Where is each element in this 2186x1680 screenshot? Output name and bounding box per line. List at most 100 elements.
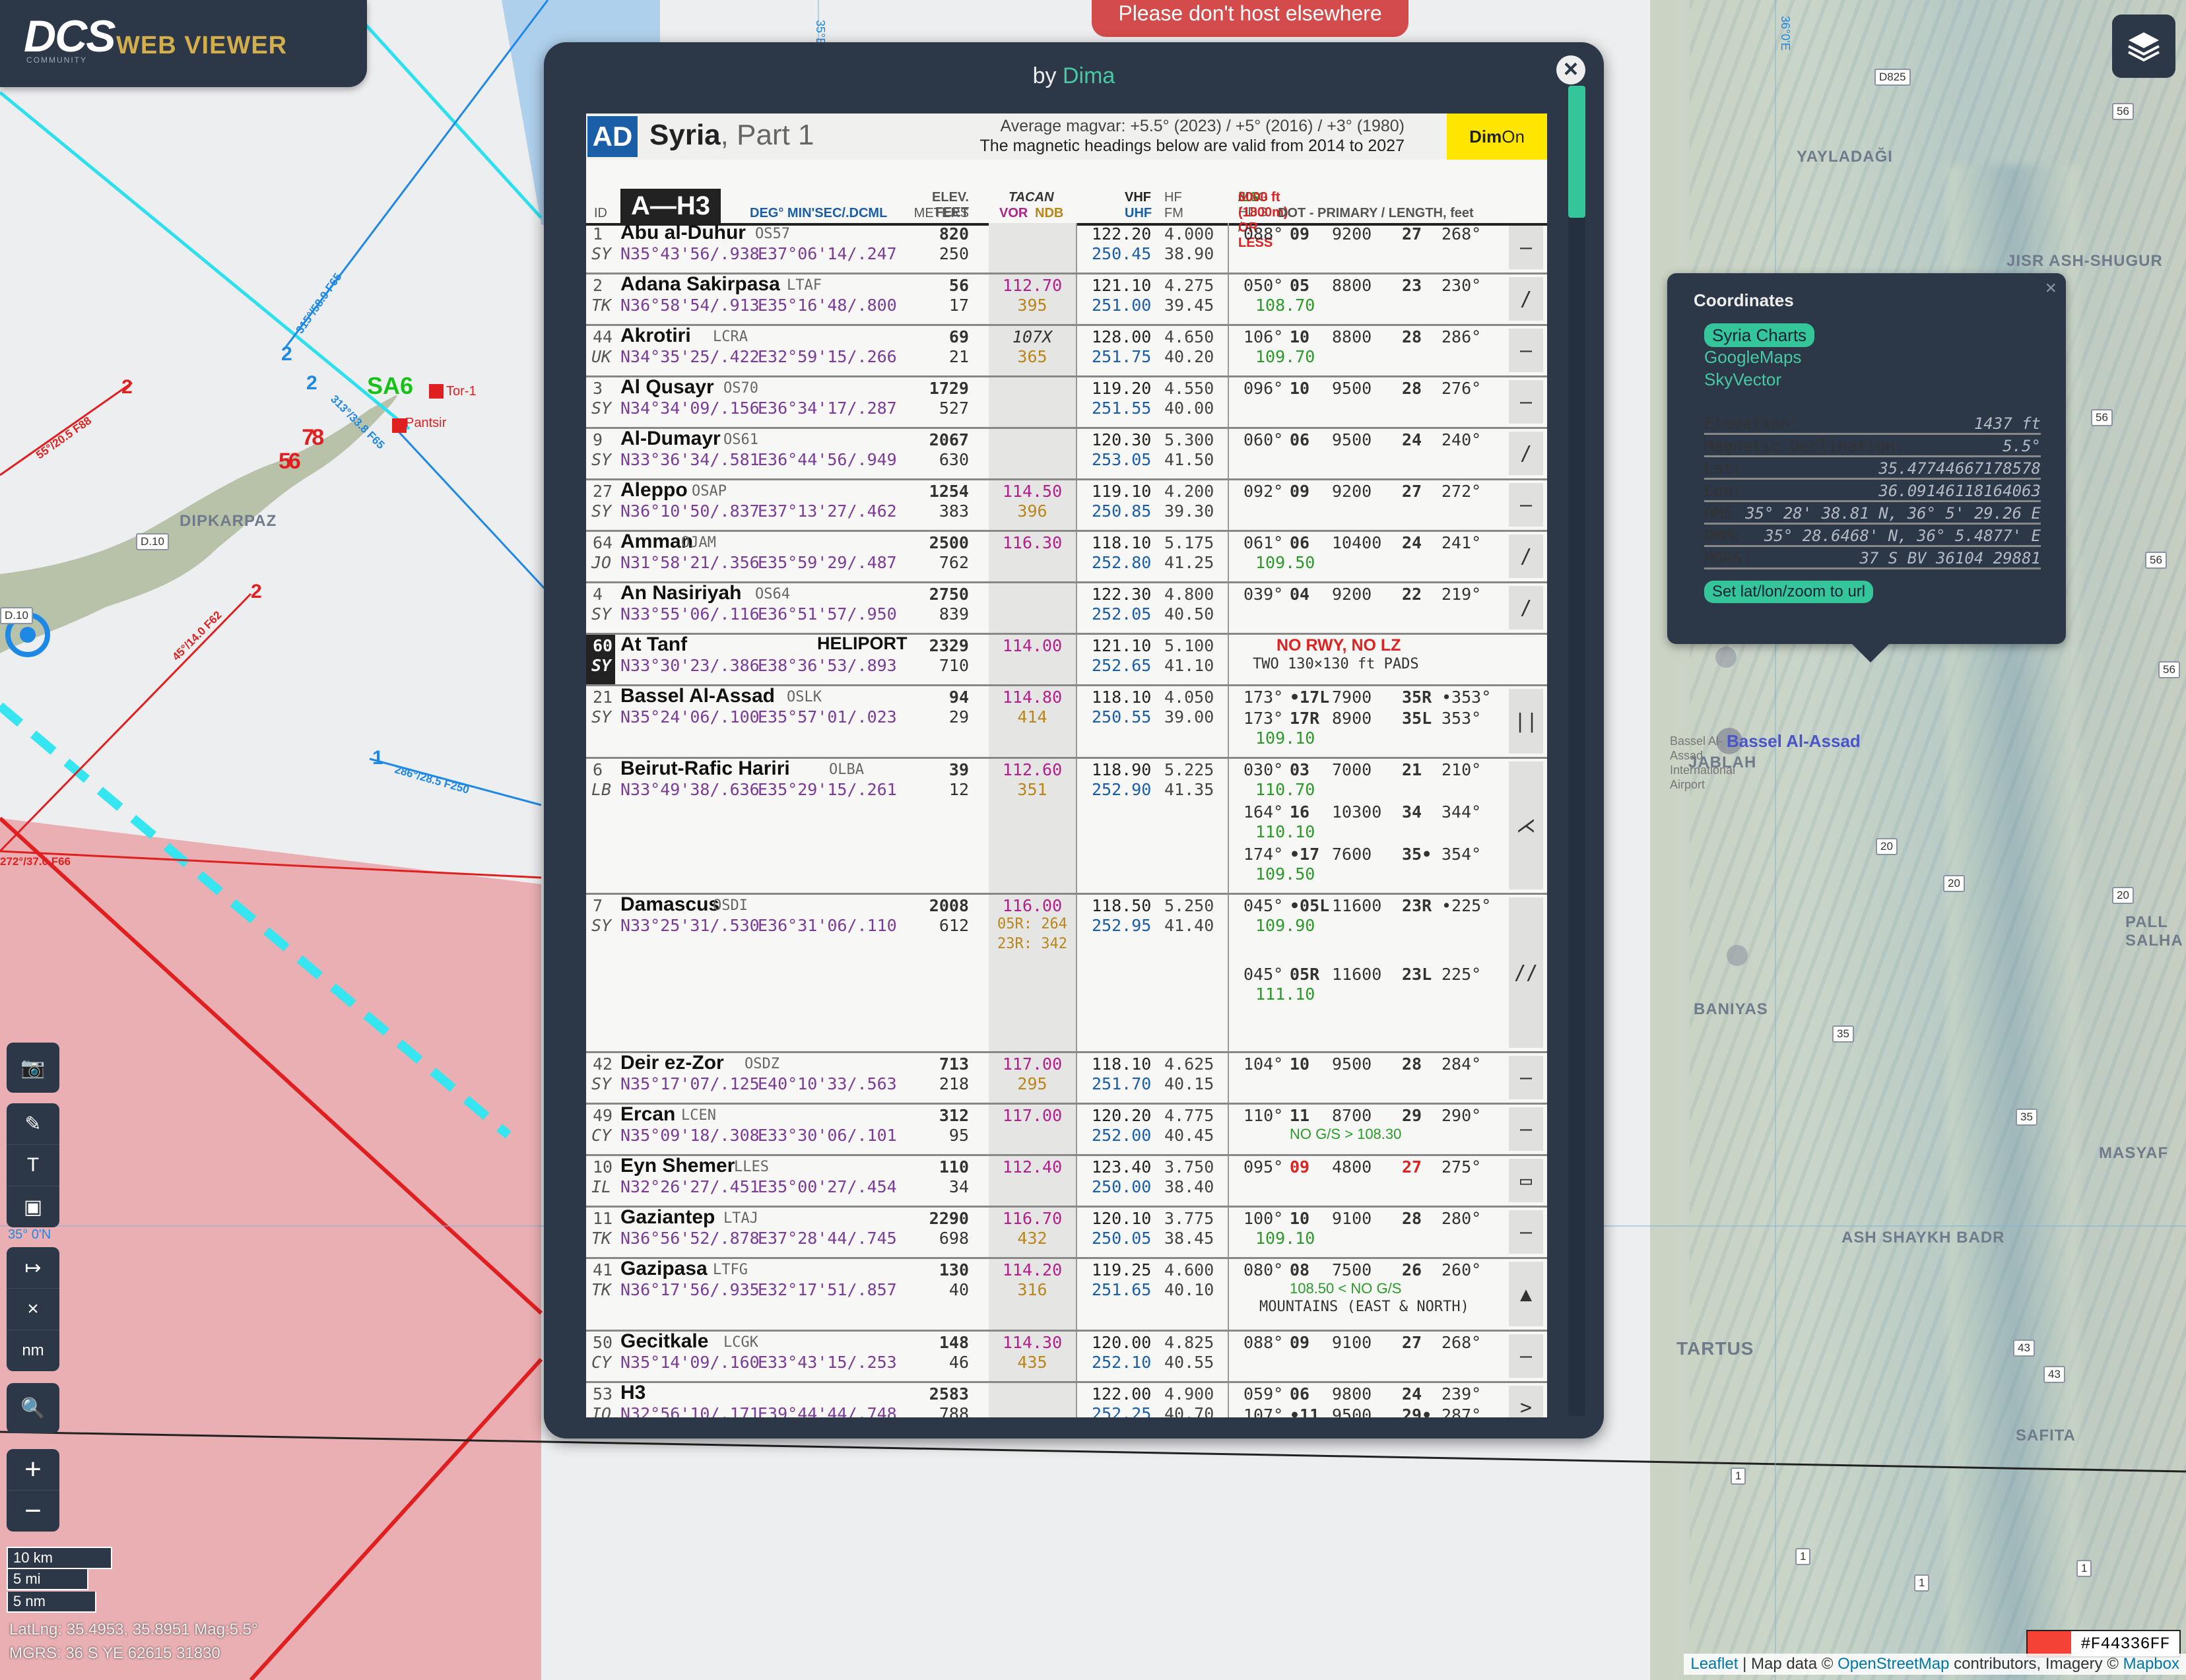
mgrs-readout: MGRS: 36 S YE 62615 31830	[9, 1644, 220, 1662]
author-link[interactable]: Dima	[1063, 63, 1115, 88]
scrollbar-thumb[interactable]	[1568, 86, 1585, 218]
camera-icon[interactable]: 📷	[7, 1043, 59, 1093]
osm-link[interactable]: OpenStreetMap	[1838, 1655, 1949, 1673]
magvar-line: Average magvar: +5.5° (2023) / +5° (2016…	[1000, 117, 1405, 135]
uhf-freq: 251.55	[1092, 399, 1152, 418]
road-shield: 20	[2112, 887, 2134, 904]
runway-diagram-icon[interactable]: —	[1509, 1056, 1543, 1099]
dim-toggle[interactable]: DimOn	[1447, 113, 1547, 160]
runway-diagram-icon[interactable]: ▲	[1509, 1262, 1543, 1326]
runway-diagram-icon[interactable]: /	[1509, 534, 1543, 578]
country-code: UK	[591, 347, 612, 366]
waypoint-number[interactable]: 2	[251, 581, 262, 603]
tacan-vor: 114.80	[1002, 688, 1063, 707]
runway-heading: 230°	[1441, 276, 1482, 295]
runway-id: 28	[1402, 327, 1422, 346]
col-elev-m: METERS	[913, 206, 969, 220]
airport-row: 60 SY At Tanf HELIPORT N33°30'23/.386 E38°36'…	[586, 633, 1547, 686]
runway-diagram-icon[interactable]: /	[1509, 586, 1543, 630]
panel-credit: by Dima	[544, 63, 1604, 89]
measure-icon[interactable]: ↦	[7, 1247, 59, 1289]
runway-id: 24	[1402, 1384, 1422, 1404]
col-uhf: UHF	[1125, 206, 1152, 220]
panel-close-button[interactable]: ×	[1556, 55, 1585, 84]
sam-label[interactable]: Tor-1	[446, 384, 477, 399]
runway-diagram-icon[interactable]: ▭	[1509, 1159, 1543, 1202]
runway-heading: 173°	[1243, 709, 1284, 728]
runway-heading: 287°	[1441, 1405, 1482, 1417]
screenshot-control[interactable]: 📷	[7, 1043, 59, 1093]
waypoint-number[interactable]: 2	[121, 376, 133, 399]
elevation-m: 17	[948, 296, 969, 315]
runway-diagram-icon[interactable]: —	[1509, 1107, 1543, 1151]
target-group[interactable]: 56 78	[279, 425, 324, 474]
waypoint-number[interactable]: 2	[281, 343, 292, 366]
row-value: 36.09146118164063	[1878, 482, 2041, 500]
set-url-button[interactable]: Set lat/lon/zoom to url	[1704, 581, 1874, 603]
runway-id: 08	[1290, 1260, 1310, 1279]
zoom-out-button[interactable]: −	[7, 1491, 59, 1532]
runway-heading: 045°	[1243, 965, 1284, 984]
googlemaps-link[interactable]: GoogleMaps	[1704, 347, 1801, 368]
runway-diagram-icon[interactable]: /	[1509, 277, 1543, 321]
sam-label[interactable]: Pantsir	[405, 416, 446, 431]
app-logo[interactable]: DCS WEB VIEWER COMMUNITY	[0, 0, 367, 87]
color-value[interactable]: #F44336FF	[2071, 1634, 2179, 1654]
skyvector-link[interactable]: SkyVector	[1704, 370, 1781, 390]
airport-marker	[1727, 945, 1748, 966]
zoom-in-button[interactable]: +	[7, 1449, 59, 1491]
runway-diagram-icon[interactable]: //	[1509, 897, 1543, 1048]
airport-chart-sheet[interactable]: AD Syria, Part 1 Average magvar: +5.5° (…	[586, 113, 1547, 1417]
runway-diagram-icon[interactable]: >	[1509, 1386, 1543, 1417]
tacan-vor: 107X	[1012, 327, 1053, 346]
runway-heading: 104°	[1243, 1054, 1284, 1074]
ils-freq: 109.10	[1255, 728, 1315, 748]
search-control[interactable]: 🔍	[7, 1383, 59, 1433]
runway-length: 10400	[1332, 533, 1382, 552]
unit-toggle[interactable]: nm	[7, 1330, 59, 1371]
runway-heading: 286°	[1441, 327, 1482, 346]
sam-site-marker[interactable]	[429, 384, 444, 399]
runway-heading: 284°	[1441, 1054, 1482, 1074]
runway-diagram-icon[interactable]: —	[1509, 483, 1543, 527]
row-value: 35° 28' 38.81 N, 36° 5' 29.26 E	[1745, 504, 2041, 523]
search-icon[interactable]: 🔍	[7, 1383, 59, 1433]
vhf-freq: 118.10	[1092, 1054, 1152, 1074]
runway-diagram-icon[interactable]: ⋌	[1509, 761, 1543, 889]
layers-button[interactable]	[2112, 15, 2175, 78]
syria-charts-link[interactable]: Syria Charts	[1704, 323, 1815, 347]
runway-diagram-icon[interactable]: —	[1509, 329, 1543, 372]
airport-lon: E40°10'33/.563	[758, 1074, 897, 1093]
dmm-row: DMM: 35° 28.6468' N, 36° 5.4877' E	[1704, 527, 2041, 547]
runway-diagram-icon[interactable]: /	[1509, 432, 1543, 475]
logo-webviewer: WEB VIEWER	[116, 32, 288, 59]
runway-length: 9500	[1332, 1054, 1372, 1074]
runway-diagram-icon[interactable]: —	[1509, 226, 1543, 269]
sam-label[interactable]: SA6	[367, 372, 413, 400]
runway-diagram-icon[interactable]: —	[1509, 1210, 1543, 1254]
airport-row: 64 JO Amman OJAM N31°58'21/.356 E35°59'29/.48…	[586, 531, 1547, 583]
runway-diagram-icon[interactable]: ||	[1509, 689, 1543, 754]
popup-close-button[interactable]: ×	[2045, 277, 2057, 300]
image-tool-icon[interactable]: ▣	[7, 1186, 59, 1227]
mapbox-link[interactable]: Mapbox	[2123, 1655, 2179, 1673]
clear-measure-icon[interactable]: ×	[7, 1289, 59, 1330]
color-swatch[interactable]	[2028, 1631, 2071, 1656]
hf-freq: 4.600	[1164, 1260, 1214, 1279]
panel-scrollbar[interactable]	[1568, 86, 1585, 1416]
waypoint-number[interactable]: 2	[306, 372, 317, 395]
runway-diagram-icon[interactable]: —	[1509, 380, 1543, 424]
sam-site-marker[interactable]	[392, 418, 407, 433]
airport-lon: E37°28'44/.745	[758, 1229, 897, 1248]
uhf-freq: 252.10	[1092, 1353, 1152, 1372]
text-tool-icon[interactable]: T	[7, 1145, 59, 1186]
waypoint-number[interactable]: 1	[372, 747, 383, 769]
heliport-note: TWO 130×130 ft PADS	[1253, 656, 1419, 672]
fm-freq: 39.45	[1164, 296, 1214, 315]
layers-icon	[2128, 32, 2160, 62]
leaflet-link[interactable]: Leaflet	[1690, 1655, 1738, 1673]
airport-id: 3	[593, 379, 603, 398]
uhf-freq: 252.65	[1092, 656, 1152, 675]
runway-diagram-icon[interactable]: —	[1509, 1334, 1543, 1378]
pen-icon[interactable]: ✎	[7, 1103, 59, 1145]
